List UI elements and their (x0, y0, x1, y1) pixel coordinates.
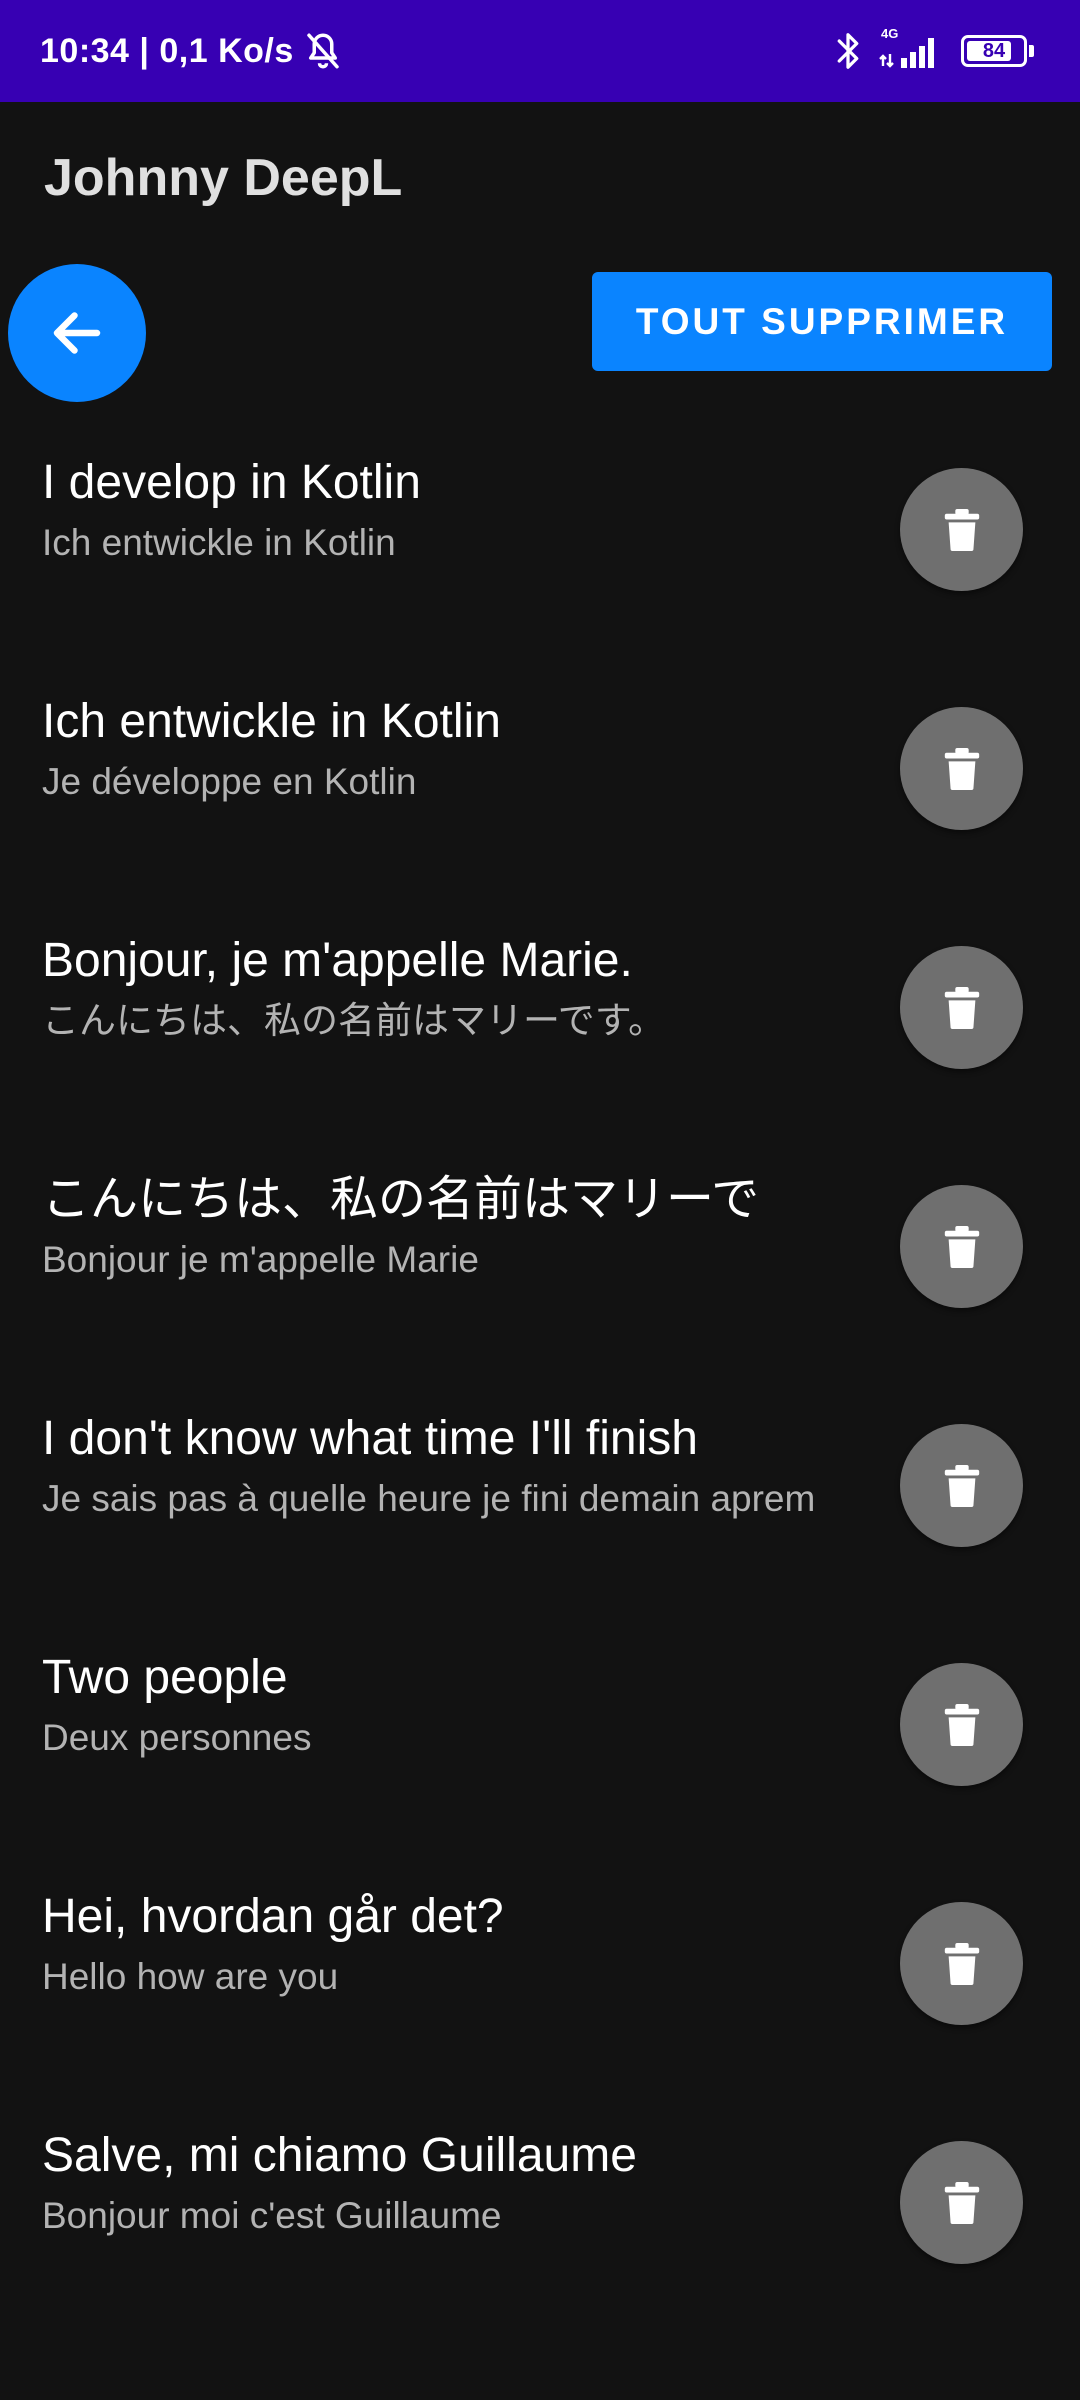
history-item-text: Ich entwickle in Kotlin Je développe en K… (42, 693, 882, 805)
bell-off-icon (302, 30, 344, 72)
status-time-speed: 10:34 | 0,1 Ko/s (40, 31, 294, 70)
trash-icon (944, 1942, 979, 1985)
delete-item-button[interactable] (900, 468, 1023, 591)
delete-item-button[interactable] (900, 946, 1023, 1069)
history-item[interactable]: Hei, hvordan går det? Hello how are you (0, 1844, 1080, 2083)
battery-icon: 84 (961, 35, 1027, 67)
history-translation-text: Deux personnes (42, 1717, 312, 1758)
history-source-text: I don't know what time I'll finish (42, 1412, 698, 1465)
history-source-text: Hei, hvordan går det? (42, 1890, 504, 1943)
battery-percent: 84 (982, 39, 1006, 62)
history-item-text: I don't know what time I'll finish Je sai… (42, 1410, 882, 1522)
history-item[interactable]: こんにちは、私の名前はマリーで Bonjour je m'appelle Mari… (0, 1127, 1080, 1366)
delete-item-button[interactable] (900, 1902, 1023, 2025)
history-list: I develop in Kotlin Ich entwickle in Kotl… (0, 410, 1080, 2322)
trash-icon (944, 1703, 979, 1746)
history-source-text: Ich entwickle in Kotlin (42, 695, 501, 748)
delete-item-button[interactable] (900, 1663, 1023, 1786)
delete-item-button[interactable] (900, 707, 1023, 830)
history-source-text: Salve, mi chiamo Guillaume (42, 2129, 637, 2182)
history-item[interactable]: Bonjour, je m'appelle Marie. こんにちは、私の名前はマ… (0, 888, 1080, 1127)
status-right: 4G 84 (833, 0, 1034, 102)
arrow-left-icon (53, 312, 101, 354)
bluetooth-icon (833, 29, 863, 73)
app-title: Johnny DeepL (44, 149, 403, 207)
history-item-text: Salve, mi chiamo Guillaume Bonjour moi c'… (42, 2127, 882, 2239)
history-item[interactable]: Salve, mi chiamo Guillaume Bonjour moi c'… (0, 2083, 1080, 2322)
history-translation-text: Bonjour moi c'est Guillaume (42, 2195, 502, 2236)
history-item[interactable]: Two people Deux personnes (0, 1605, 1080, 1844)
history-item-text: Two people Deux personnes (42, 1649, 882, 1761)
trash-icon (944, 508, 979, 551)
delete-item-button[interactable] (900, 1424, 1023, 1547)
delete-item-button[interactable] (900, 2141, 1023, 2264)
trash-icon (944, 986, 979, 1029)
history-translation-text: Ich entwickle in Kotlin (42, 522, 396, 563)
delete-item-button[interactable] (900, 1185, 1023, 1308)
history-item-text: Bonjour, je m'appelle Marie. こんにちは、私の名前はマ… (42, 932, 882, 1044)
history-translation-text: Hello how are you (42, 1956, 339, 1997)
history-item-text: I develop in Kotlin Ich entwickle in Kotl… (42, 454, 882, 566)
history-item[interactable]: I don't know what time I'll finish Je sai… (0, 1366, 1080, 1605)
history-item-text: こんにちは、私の名前はマリーで Bonjour je m'appelle Mari… (42, 1171, 882, 1283)
signal-icon: 4G (877, 26, 947, 76)
trash-icon (944, 2181, 979, 2224)
status-bar: 10:34 | 0,1 Ko/s 4G 84 (0, 0, 1080, 102)
history-item[interactable]: I develop in Kotlin Ich entwickle in Kotl… (0, 410, 1080, 649)
history-source-text: Two people (42, 1651, 288, 1704)
history-translation-text: Je sais pas à quelle heure je fini demai… (42, 1478, 816, 1519)
back-button[interactable] (8, 264, 146, 402)
history-source-text: こんにちは、私の名前はマリーで (42, 1173, 760, 1226)
trash-icon (944, 1464, 979, 1507)
history-source-text: Bonjour, je m'appelle Marie. (42, 934, 633, 987)
trash-icon (944, 1225, 979, 1268)
status-left: 10:34 | 0,1 Ko/s (40, 0, 344, 102)
history-item-text: Hei, hvordan går det? Hello how are you (42, 1888, 882, 2000)
history-source-text: I develop in Kotlin (42, 456, 421, 509)
history-item[interactable]: Ich entwickle in Kotlin Je développe en K… (0, 649, 1080, 888)
delete-all-button[interactable]: TOUT SUPPRIMER (592, 272, 1052, 371)
history-translation-text: Je développe en Kotlin (42, 761, 417, 802)
trash-icon (944, 747, 979, 790)
history-translation-text: こんにちは、私の名前はマリーです。 (42, 1000, 666, 1041)
battery-tip (1029, 45, 1034, 57)
history-translation-text: Bonjour je m'appelle Marie (42, 1239, 479, 1280)
